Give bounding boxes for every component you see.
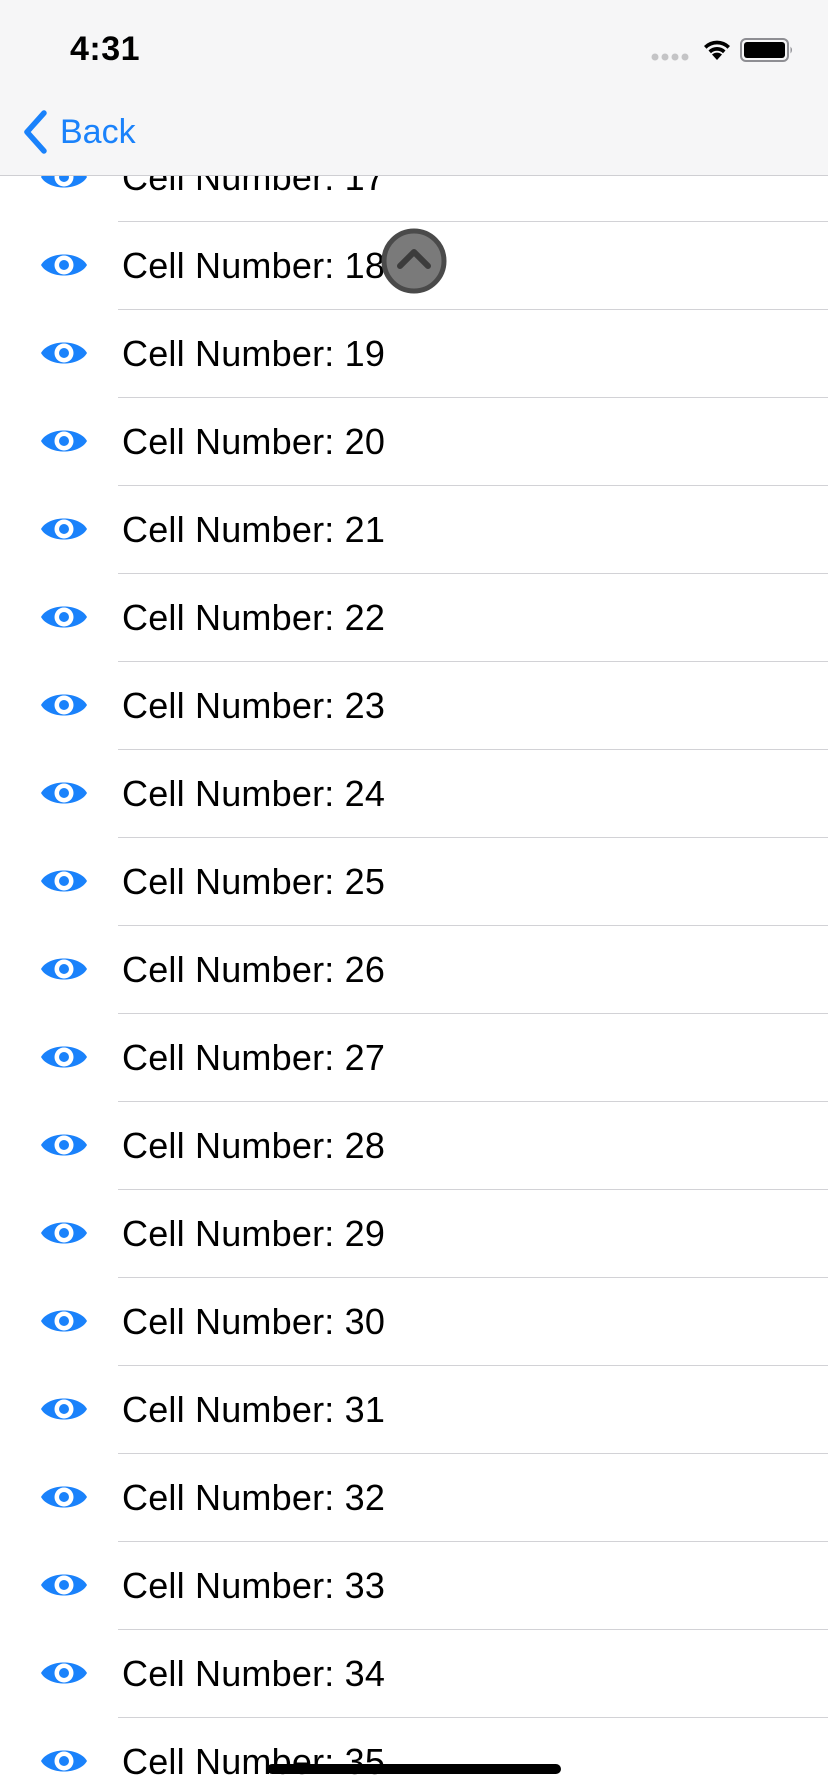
list-item[interactable]: Cell Number: 26 [0, 926, 828, 1014]
list-item[interactable]: Cell Number: 19 [0, 310, 828, 398]
list-item[interactable]: Cell Number: 25 [0, 838, 828, 926]
eye-icon [41, 606, 87, 628]
eye-icon [41, 1222, 87, 1244]
wifi-icon [704, 40, 730, 60]
eye-icon [41, 958, 87, 980]
list-item-label: Cell Number: 35 [122, 1741, 386, 1782]
chevron-up-icon [381, 228, 447, 294]
eye-icon [41, 694, 87, 716]
eye-icon [41, 1662, 87, 1684]
eye-icon [41, 1398, 87, 1420]
list-item[interactable]: Cell Number: 22 [0, 574, 828, 662]
eye-icon [41, 1750, 87, 1772]
list-item[interactable]: Cell Number: 33 [0, 1542, 828, 1630]
list-item-label: Cell Number: 18 [122, 245, 386, 286]
list-item[interactable]: Cell Number: 31 [0, 1366, 828, 1454]
eye-icon [41, 870, 87, 892]
list-item-label: Cell Number: 32 [122, 1477, 386, 1518]
list-item-label: Cell Number: 21 [122, 509, 386, 550]
list-item[interactable]: Cell Number: 20 [0, 398, 828, 486]
eye-icon [41, 1134, 87, 1156]
cellular-signal-icon [651, 53, 689, 61]
list-item[interactable]: Cell Number: 28 [0, 1102, 828, 1190]
list-item-label: Cell Number: 29 [122, 1213, 386, 1254]
eye-icon [41, 254, 87, 276]
status-time: 4:31 [70, 30, 141, 68]
list-item-label: Cell Number: 24 [122, 773, 386, 814]
eye-icon [41, 1486, 87, 1508]
list-item-label: Cell Number: 20 [122, 421, 386, 462]
list-item-label: Cell Number: 23 [122, 685, 386, 726]
list-item-label: Cell Number: 31 [122, 1389, 386, 1430]
list-item-label: Cell Number: 25 [122, 861, 386, 902]
list-item[interactable]: Cell Number: 29 [0, 1190, 828, 1278]
list-item[interactable]: Cell Number: 30 [0, 1278, 828, 1366]
back-button[interactable]: Back [22, 108, 136, 156]
eye-icon [41, 518, 87, 540]
list-item-label: Cell Number: 27 [122, 1037, 386, 1078]
eye-icon [41, 430, 87, 452]
battery-icon [740, 38, 792, 62]
chevron-left-icon [24, 110, 47, 154]
scroll-to-top-button[interactable] [381, 228, 447, 294]
list-item-label: Cell Number: 34 [122, 1653, 386, 1694]
home-indicator [267, 1764, 561, 1774]
list-item[interactable]: Cell Number: 32 [0, 1454, 828, 1542]
eye-icon [41, 1574, 87, 1596]
list-item[interactable]: Cell Number: 27 [0, 1014, 828, 1102]
eye-icon [41, 1046, 87, 1068]
navigation-bar: 4:31 Back [0, 0, 828, 176]
list-item-label: Cell Number: 30 [122, 1301, 386, 1342]
list-item[interactable]: Cell Number: 24 [0, 750, 828, 838]
eye-icon [41, 342, 87, 364]
list-item[interactable]: Cell Number: 35 [0, 1718, 828, 1792]
list-item-label: Cell Number: 28 [122, 1125, 386, 1166]
list-item[interactable]: Cell Number: 34 [0, 1630, 828, 1718]
eye-icon [41, 1310, 87, 1332]
list-item-label: Cell Number: 22 [122, 597, 386, 638]
list-item-label: Cell Number: 19 [122, 333, 386, 374]
screen: Cell Number: 17 Cell Number: 18 Cell Numbe… [0, 0, 828, 1792]
list-item[interactable]: Cell Number: 23 [0, 662, 828, 750]
eye-icon [41, 782, 87, 804]
back-button-label: Back [60, 112, 136, 151]
list-item[interactable]: Cell Number: 21 [0, 486, 828, 574]
list-item-label: Cell Number: 26 [122, 949, 386, 990]
list-item-label: Cell Number: 33 [122, 1565, 386, 1606]
